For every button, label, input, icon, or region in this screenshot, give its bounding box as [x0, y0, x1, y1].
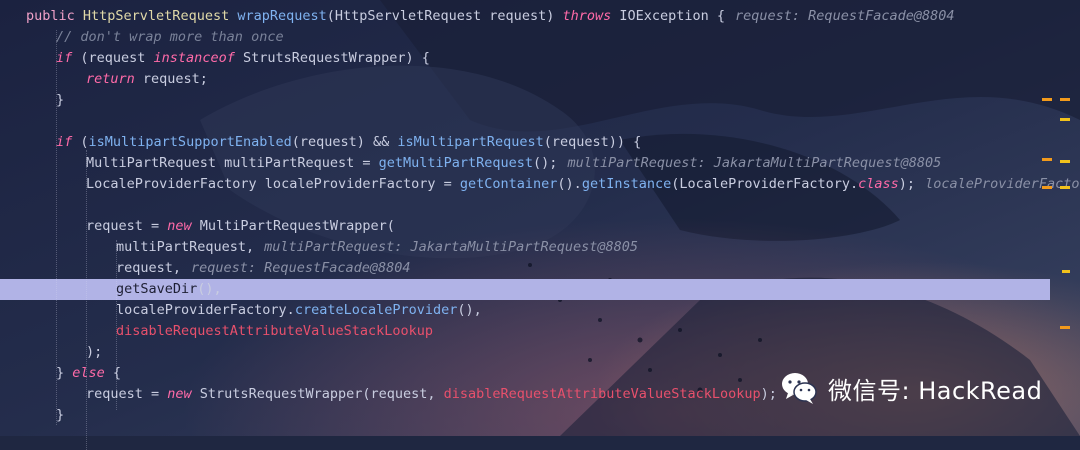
- code-token: LocaleProviderFactory localeProviderFact…: [86, 176, 460, 192]
- inline-debug-hint: multiPartRequest: JakartaMultiPartReques…: [264, 239, 639, 255]
- code-token: isMultipartSupportEnabled: [88, 134, 292, 150]
- code-token: request,: [116, 260, 182, 276]
- code-token: request;: [142, 71, 208, 87]
- code-line[interactable]: MultiPartRequest multiPartRequest = getM…: [0, 153, 1050, 174]
- code-token: }: [56, 92, 65, 108]
- code-token: throws: [562, 8, 620, 24]
- indent-guide: [86, 150, 87, 450]
- code-line[interactable]: }: [0, 90, 1050, 111]
- code-token: (HttpServletRequest request): [326, 8, 563, 24]
- code-token: getContainer: [459, 176, 558, 192]
- code-token: ();: [533, 155, 558, 171]
- code-token: new: [167, 386, 200, 402]
- code-token: return: [86, 71, 143, 87]
- code-token: (request) &&: [291, 134, 398, 150]
- error-stripe[interactable]: [1036, 0, 1080, 436]
- code-token: IOException {: [619, 8, 726, 24]
- code-line[interactable]: disableRequestAttributeValueStackLookup: [0, 321, 1050, 342]
- code-token: else: [72, 365, 113, 381]
- scroll-mark[interactable]: [1042, 158, 1052, 161]
- wechat-icon: [782, 373, 817, 404]
- watermark-text: 微信号: HackRead: [828, 376, 1043, 405]
- code-token: );: [86, 344, 103, 360]
- code-token: ().: [557, 176, 582, 192]
- code-token: (LocaleProviderFactory.: [671, 176, 859, 192]
- code-token: instanceof: [153, 50, 243, 66]
- code-line[interactable]: request, request: RequestFacade@8804: [0, 258, 1050, 279]
- code-token: // don't wrap more than once: [56, 29, 284, 45]
- code-token: (),: [457, 302, 482, 318]
- code-token: (request)) {: [543, 134, 642, 150]
- code-token: }: [56, 365, 73, 381]
- code-line[interactable]: localeProviderFactory.createLocaleProvid…: [0, 300, 1050, 321]
- code-token: );: [760, 386, 777, 402]
- scroll-mark[interactable]: [1060, 118, 1070, 121]
- scroll-mark[interactable]: [1062, 270, 1070, 273]
- inline-debug-hint: request: RequestFacade@8804: [735, 8, 955, 24]
- code-token: StrutsRequestWrapper(request,: [199, 386, 444, 402]
- code-line[interactable]: );: [0, 342, 1050, 363]
- code-token: wrapRequest: [237, 8, 327, 24]
- code-token: (),: [197, 281, 222, 297]
- code-token: if: [56, 134, 81, 150]
- code-line[interactable]: if (isMultipartSupportEnabled(request) &…: [0, 132, 1050, 153]
- code-token: isMultipartRequest: [397, 134, 544, 150]
- code-token: }: [56, 407, 65, 423]
- code-line[interactable]: if (request instanceof StrutsRequestWrap…: [0, 48, 1050, 69]
- code-token: createLocaleProvider: [294, 302, 458, 318]
- code-token: (request: [80, 50, 154, 66]
- code-token: MultiPartRequestWrapper(: [199, 218, 395, 234]
- code-token: );: [898, 176, 916, 192]
- scroll-mark[interactable]: [1060, 98, 1070, 101]
- indent-guide: [116, 240, 117, 410]
- code-token: getMultiPartRequest: [378, 155, 534, 171]
- code-token: getSaveDir: [116, 281, 198, 297]
- code-token: new: [167, 218, 200, 234]
- code-token: MultiPartRequest multiPartRequest =: [86, 155, 379, 171]
- code-token: HttpServletRequest: [82, 8, 238, 24]
- inline-debug-hint: multiPartRequest: JakartaMultiPartReques…: [567, 155, 942, 171]
- indent-guide: [56, 30, 57, 425]
- code-token: (: [80, 134, 89, 150]
- code-line[interactable]: multiPartRequest, multiPartRequest: Jakar…: [0, 237, 1050, 258]
- code-line[interactable]: LocaleProviderFactory localeProviderFact…: [0, 174, 1080, 195]
- code-token: getInstance: [581, 176, 672, 192]
- code-token: StrutsRequestWrapper) {: [242, 50, 430, 66]
- code-line[interactable]: [0, 195, 1050, 216]
- scroll-mark[interactable]: [1042, 98, 1052, 101]
- code-line-highlighted[interactable]: getSaveDir(),: [0, 279, 1050, 300]
- code-token: multiPartRequest,: [116, 239, 255, 255]
- code-token: public: [26, 8, 83, 24]
- code-line[interactable]: public HttpServletRequest wrapRequest(Ht…: [0, 6, 1050, 27]
- code-token: class: [858, 176, 899, 192]
- scroll-mark[interactable]: [1060, 326, 1070, 329]
- code-token: if: [56, 50, 81, 66]
- code-line[interactable]: [0, 111, 1050, 132]
- code-line[interactable]: }: [0, 405, 1050, 426]
- code-token: request =: [86, 218, 168, 234]
- scroll-mark[interactable]: [1060, 160, 1070, 163]
- code-token: disableRequestAttributeValueStackLookup: [116, 323, 433, 339]
- wechat-watermark: 微信号: HackRead: [780, 370, 1042, 406]
- code-line[interactable]: request = new MultiPartRequestWrapper(: [0, 216, 1050, 237]
- inline-debug-hint: request: RequestFacade@8804: [191, 260, 411, 276]
- code-line[interactable]: // don't wrap more than once: [0, 27, 1050, 48]
- code-token: disableRequestAttributeValueStackLookup: [443, 386, 761, 402]
- code-token: request =: [86, 386, 168, 402]
- code-token: localeProviderFactory.: [116, 302, 295, 318]
- scroll-mark[interactable]: [1042, 186, 1052, 189]
- scroll-mark[interactable]: [1060, 186, 1070, 189]
- code-line[interactable]: return request;: [0, 69, 1050, 90]
